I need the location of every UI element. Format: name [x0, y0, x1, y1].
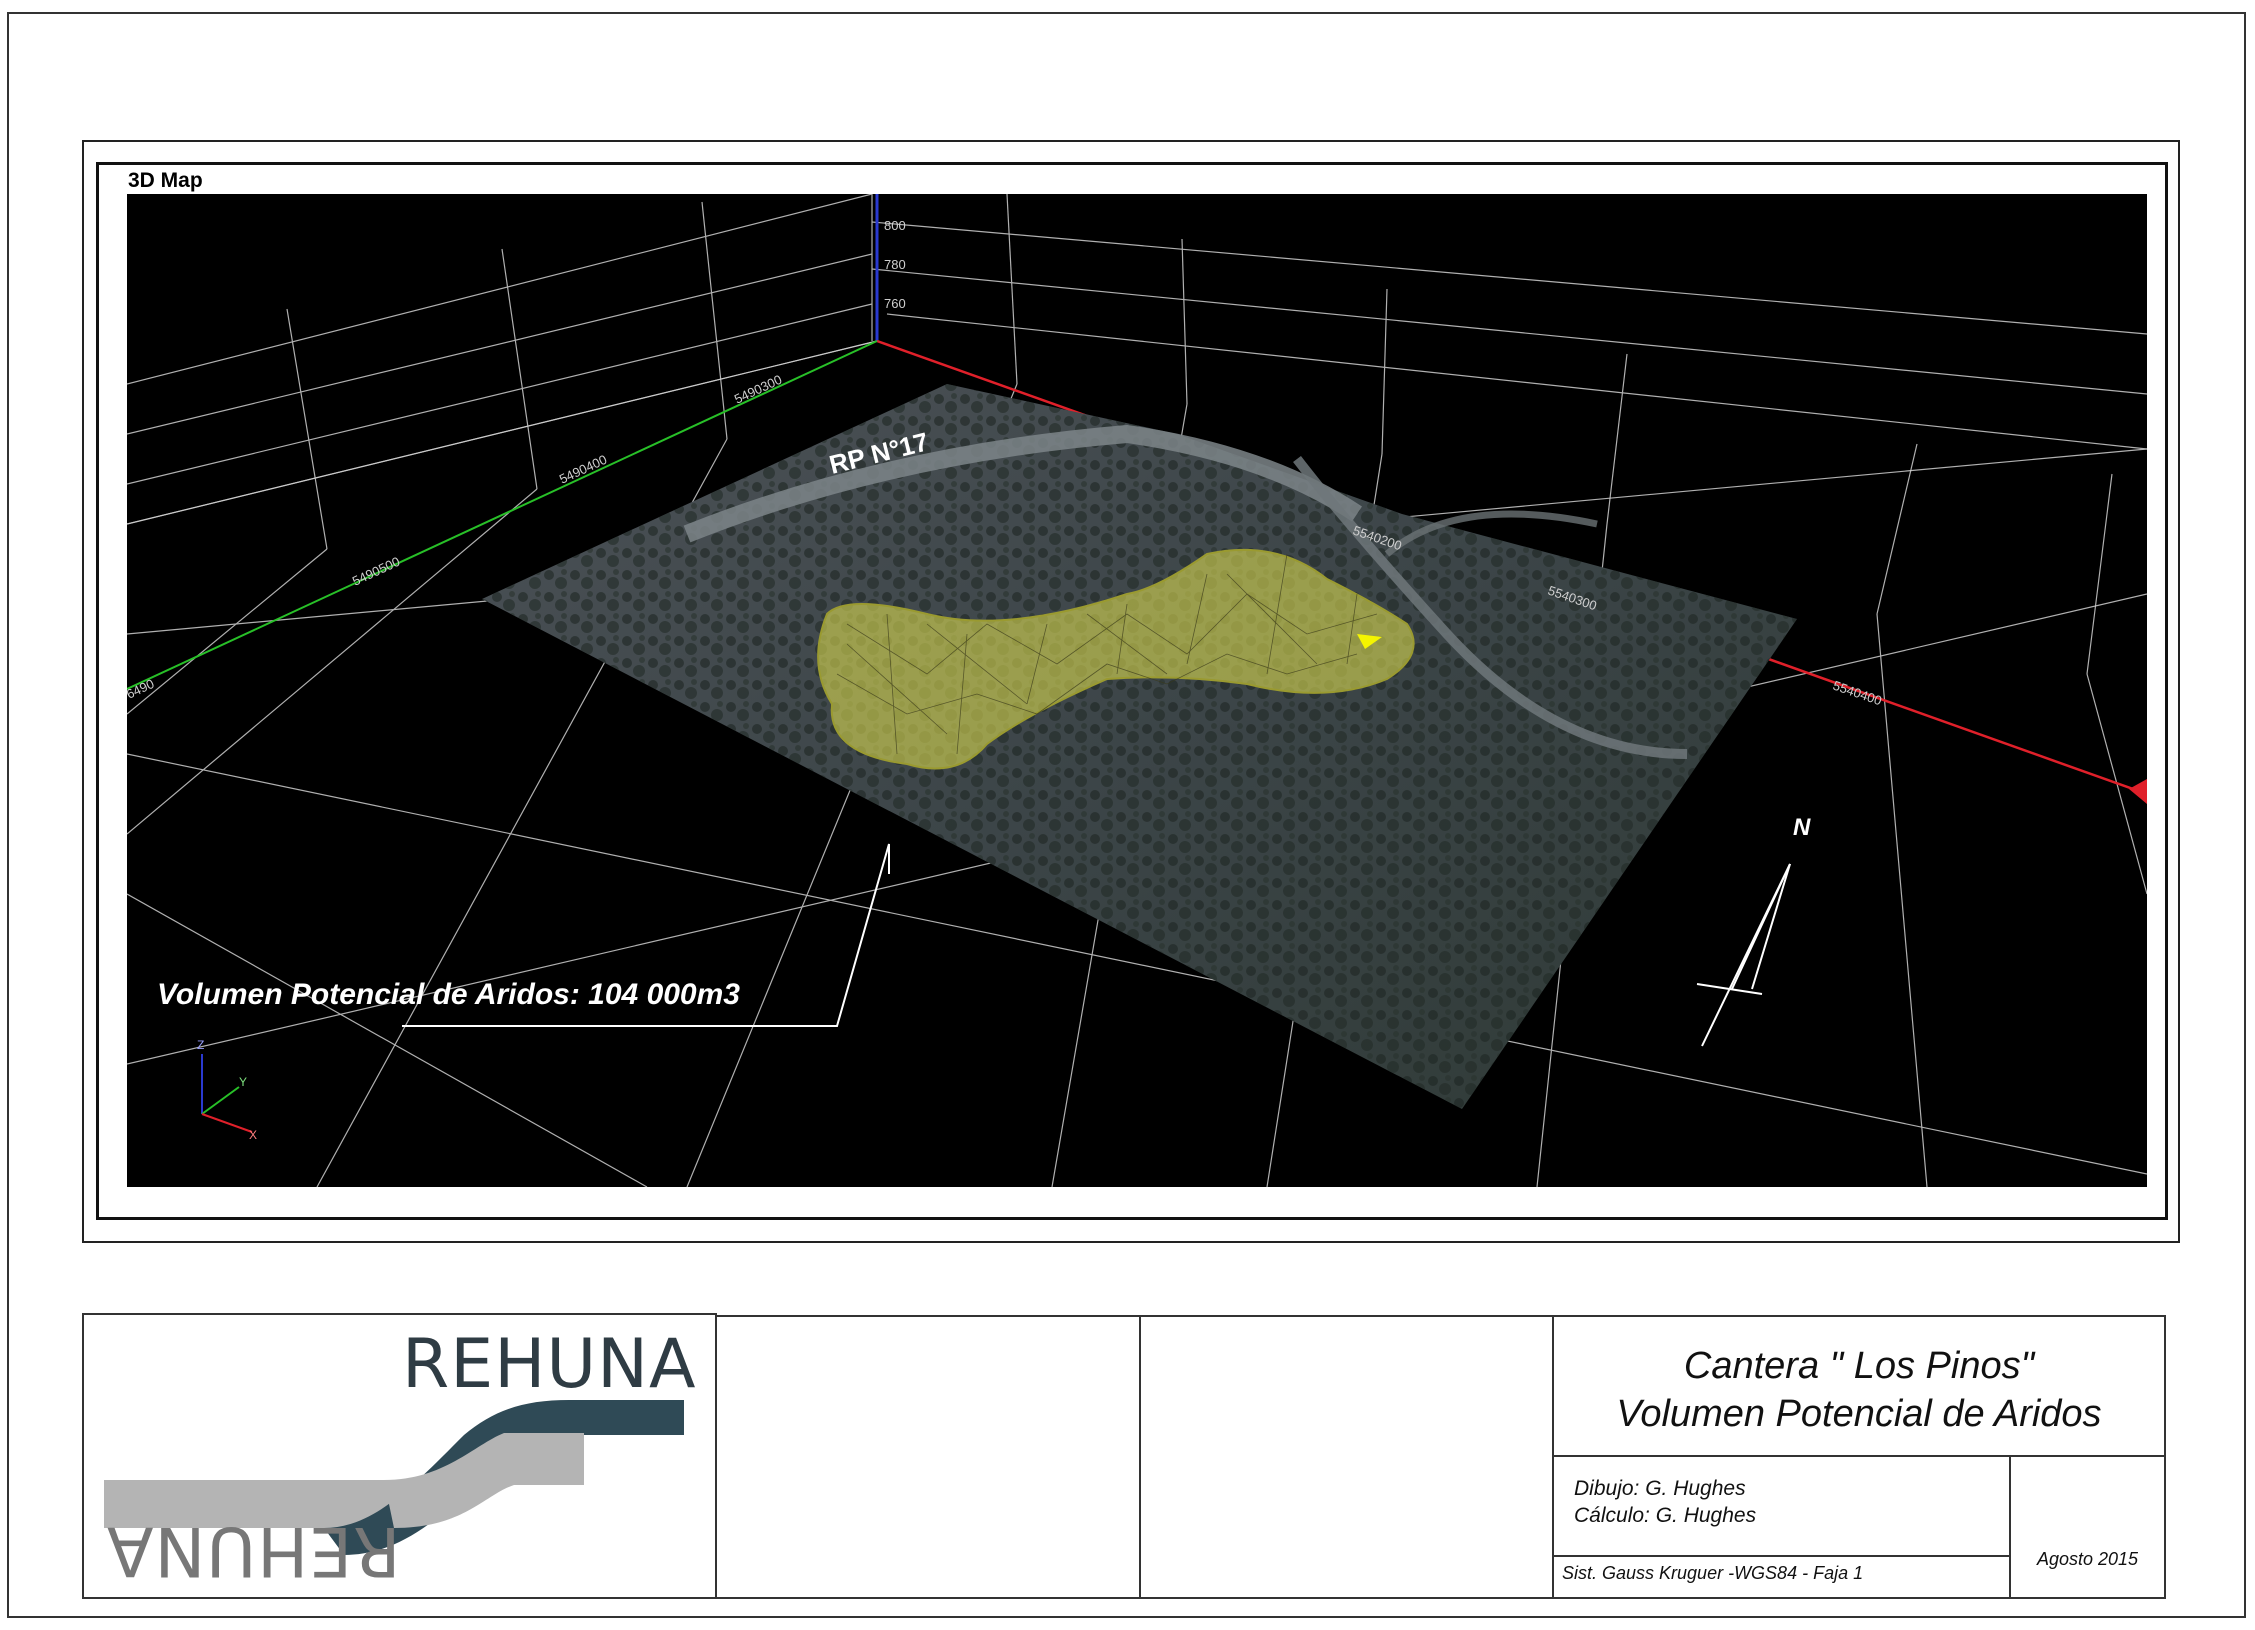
- x-axis-arrow: [2129, 779, 2147, 804]
- map-3d-viewport[interactable]: 800 780 760 5540200 5540300 5540400 6490…: [127, 194, 2147, 1187]
- map-3d-scene: 800 780 760 5540200 5540300 5540400 6490…: [127, 194, 2147, 1187]
- z-tick-780: 780: [884, 257, 906, 272]
- z-tick-800: 800: [884, 218, 906, 233]
- y-tick-6490: 6490: [127, 676, 156, 702]
- y-tick-5490300: 5490300: [732, 372, 784, 407]
- drawn-by: Dibujo: G. Hughes: [1574, 1477, 1746, 1500]
- logo-wordmark-mirrored: REHUNA: [106, 1511, 401, 1590]
- y-tick-5490500: 5490500: [350, 554, 402, 589]
- title-block-date-cell: Agosto 2015: [2009, 1455, 2166, 1599]
- triad-z-label: Z: [197, 1038, 204, 1052]
- axis-triad-icon: Z Y X: [197, 1038, 257, 1142]
- map-panel-title: 3D Map: [128, 169, 203, 192]
- title-block-empty-cell-1: [715, 1315, 1141, 1599]
- calculated-by: Cálculo: G. Hughes: [1574, 1504, 1757, 1527]
- title-block-empty-cell-2: [1139, 1315, 1554, 1599]
- north-label: N: [1793, 814, 1811, 841]
- triad-y-label: Y: [239, 1075, 247, 1089]
- z-tick-760: 760: [884, 296, 906, 311]
- project-title-line2: Volumen Potencial de Aridos: [1616, 1393, 2102, 1435]
- volume-label: Volumen Potencial de Aridos: 104 000m3: [157, 978, 740, 1011]
- north-arrow-icon: [1696, 863, 1791, 1047]
- coordinate-system: Sist. Gauss Kruguer -WGS84 - Faja 1: [1562, 1563, 1864, 1583]
- title-block-credits: Dibujo: G. Hughes Cálculo: G. Hughes Sis…: [1552, 1455, 2011, 1599]
- rehuna-logo: REHUNA REHUNA: [84, 1315, 715, 1597]
- logo-wordmark: REHUNA: [402, 1325, 697, 1404]
- x-tick-5540400: 5540400: [1831, 678, 1884, 709]
- project-title-line1: Cantera " Los Pinos": [1683, 1345, 2035, 1387]
- datum-divider: [1552, 1555, 2011, 1557]
- triad-x-label: X: [249, 1128, 257, 1142]
- title-block-logo-cell: REHUNA REHUNA: [82, 1313, 717, 1599]
- title-block-project-title: Cantera " Los Pinos" Volumen Potencial d…: [1552, 1315, 2166, 1457]
- drawing-date: Agosto 2015: [2036, 1549, 2139, 1569]
